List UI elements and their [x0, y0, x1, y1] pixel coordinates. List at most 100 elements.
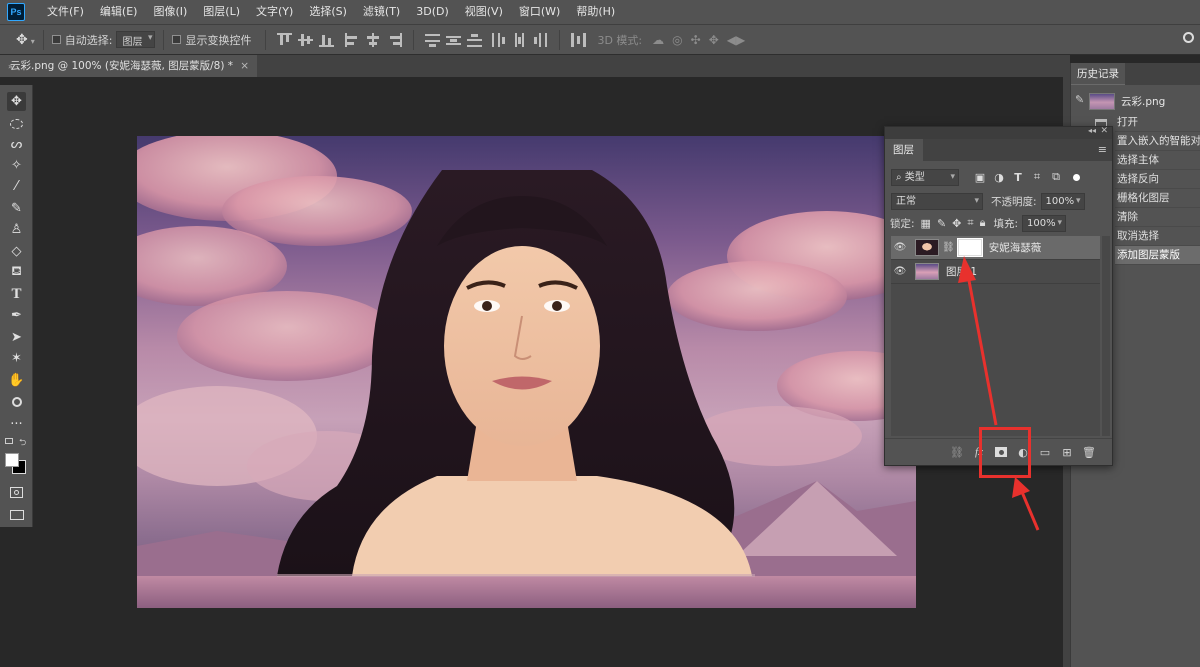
layer-name[interactable]: 安妮海瑟薇 [989, 240, 1042, 255]
delete-layer-icon[interactable]: 🗑︎ [1082, 445, 1096, 459]
swap-colors-icon[interactable]: ⮌ [19, 435, 26, 451]
new-group-icon[interactable]: ▭ [1038, 445, 1052, 459]
lock-position-icon[interactable]: ✥ [952, 217, 961, 230]
foreground-color-swatch[interactable] [5, 453, 19, 467]
custom-shape-tool-icon[interactable]: ✶ [7, 349, 26, 368]
menu-type[interactable]: 文字(Y) [248, 0, 301, 24]
align-horizontal-center-icon[interactable] [366, 32, 381, 47]
history-snapshot[interactable]: ✎ 云彩.png [1071, 89, 1200, 113]
menu-view[interactable]: 视图(V) [457, 0, 511, 24]
menu-select[interactable]: 选择(S) [301, 0, 355, 24]
menu-help[interactable]: 帮助(H) [568, 0, 623, 24]
3d-pan-icon[interactable]: ✣ [691, 33, 701, 47]
lock-all-icon[interactable]: 🔒︎ [980, 216, 986, 230]
align-vertical-center-icon[interactable] [298, 33, 314, 47]
menu-3d[interactable]: 3D(D) [408, 0, 457, 24]
menu-image[interactable]: 图像(I) [145, 0, 195, 24]
mask-link-icon[interactable]: ⛓ [942, 242, 955, 253]
eraser-tool-icon[interactable]: ◇ [7, 242, 26, 261]
layers-scrollbar[interactable] [1102, 236, 1110, 436]
align-left-icon[interactable] [345, 32, 360, 47]
pen-tool-icon[interactable]: ✒ [7, 306, 26, 325]
more-tools-icon[interactable]: ··· [7, 415, 26, 434]
distribute-left-icon[interactable] [491, 32, 506, 47]
layer-row-anne[interactable]: 👁︎ ⛓ 安妮海瑟薇 [891, 236, 1100, 260]
search-icon[interactable] [1183, 32, 1194, 43]
screen-mode-icon[interactable] [7, 505, 26, 524]
align-top-icon[interactable] [277, 32, 293, 47]
distribute-top-icon[interactable] [425, 33, 441, 47]
move-tool-preset-icon[interactable]: ✥ ▾ [16, 32, 35, 48]
panel-menu-icon[interactable]: ≡ [1098, 143, 1107, 156]
collapse-toolbar-icon[interactable]: » [8, 62, 13, 71]
history-item[interactable]: 打开 [1115, 113, 1200, 132]
type-tool-icon[interactable]: T [7, 285, 26, 304]
lock-artboard-icon[interactable]: ⌗ [967, 216, 973, 230]
stamp-tool-icon[interactable]: ♙ [7, 220, 26, 239]
align-right-icon[interactable] [387, 32, 403, 47]
blend-mode-dropdown[interactable]: 正常 [891, 192, 983, 210]
collapse-panel-icon[interactable]: ◂◂ [1088, 126, 1096, 135]
layer-row-layer1[interactable]: 👁︎ 图层 1 [891, 260, 1100, 284]
distribute-right-icon[interactable] [533, 32, 548, 47]
history-item[interactable]: 取消选择 [1115, 227, 1200, 246]
type-filter-icon[interactable]: T [1011, 170, 1025, 184]
distribute-horizontal-center-icon[interactable] [512, 32, 527, 47]
floating-panel-header[interactable]: ◂◂ ✕ [885, 126, 1112, 139]
close-icon[interactable]: × [240, 55, 249, 77]
document-tab[interactable]: 云彩.png @ 100% (安妮海瑟薇, 图层蒙版/8) * × [0, 55, 258, 77]
layer-mask-thumbnail[interactable] [956, 238, 983, 257]
zoom-tool-icon[interactable] [7, 392, 26, 411]
hand-tool-icon[interactable]: ✋ [7, 371, 26, 390]
smart-object-filter-icon[interactable]: ⧉ [1049, 170, 1063, 184]
menu-window[interactable]: 窗口(W) [511, 0, 568, 24]
menu-layer[interactable]: 图层(L) [195, 0, 248, 24]
history-item[interactable]: 选择主体 [1115, 151, 1200, 170]
filter-kind-dropdown[interactable]: ⌕ 类型 [891, 168, 959, 186]
history-item[interactable]: 清除 [1115, 208, 1200, 227]
image-filter-icon[interactable]: ▣ [973, 170, 987, 184]
distribute-bottom-icon[interactable] [467, 33, 483, 47]
3d-roll-icon[interactable]: ◎ [672, 33, 682, 47]
paint-bucket-tool-icon[interactable]: ⛾ [7, 263, 26, 282]
visibility-eye-icon[interactable]: 👁︎ [893, 242, 907, 253]
history-item-active[interactable]: 添加图层蒙版 [1115, 246, 1200, 265]
lasso-tool-icon[interactable]: ᔕ [7, 135, 26, 154]
layers-tab[interactable]: 图层 [885, 139, 923, 161]
menu-edit[interactable]: 编辑(E) [92, 0, 146, 24]
new-layer-icon[interactable]: ⊞ [1060, 445, 1074, 459]
brush-tool-icon[interactable]: ✎ [7, 199, 26, 218]
fill-input[interactable]: 100% [1022, 214, 1066, 232]
close-icon[interactable]: ✕ [1100, 126, 1108, 136]
shape-filter-icon[interactable]: ⌗ [1030, 170, 1044, 184]
adjustment-filter-icon[interactable]: ◑ [992, 170, 1006, 184]
filter-toggle-icon[interactable] [1073, 173, 1080, 181]
show-transform-checkbox[interactable] [172, 35, 182, 44]
quick-mask-icon[interactable] [7, 483, 26, 502]
history-item[interactable]: 选择反向 [1115, 170, 1200, 189]
opacity-input[interactable]: 100% [1040, 192, 1085, 210]
distribute-vertical-center-icon[interactable] [446, 33, 462, 47]
history-item[interactable]: 置入嵌入的智能对象 [1115, 132, 1200, 151]
history-item[interactable]: 栅格化图层 [1115, 189, 1200, 208]
layer-thumbnail[interactable] [915, 263, 939, 280]
history-tab[interactable]: 历史记录 [1071, 63, 1125, 85]
lock-image-icon[interactable]: ✎ [937, 217, 946, 230]
move-tool-icon[interactable]: ✥ [7, 92, 26, 111]
layer-name[interactable]: 图层 1 [946, 264, 977, 279]
magic-wand-tool-icon[interactable]: ✧ [7, 156, 26, 175]
align-bottom-icon[interactable] [319, 33, 335, 47]
default-colors-icon[interactable] [5, 438, 13, 444]
menu-filter[interactable]: 滤镜(T) [355, 0, 408, 24]
eyedropper-tool-icon[interactable]: ⁄ [7, 177, 26, 196]
3d-scale-icon[interactable]: ◀▶ [727, 33, 745, 47]
3d-orbit-icon[interactable]: ☁ [652, 33, 664, 47]
lock-transparent-icon[interactable]: ▦ [921, 217, 931, 230]
visibility-eye-icon[interactable]: 👁︎ [893, 266, 907, 277]
menu-file[interactable]: 文件(F) [39, 0, 92, 24]
auto-select-checkbox[interactable] [51, 35, 61, 44]
layer-thumbnail[interactable] [915, 239, 939, 256]
link-layers-icon[interactable]: ⛓ [950, 445, 964, 459]
3d-slide-icon[interactable]: ✥ [709, 33, 719, 47]
history-brush-icon[interactable]: ✎ [1075, 93, 1084, 106]
